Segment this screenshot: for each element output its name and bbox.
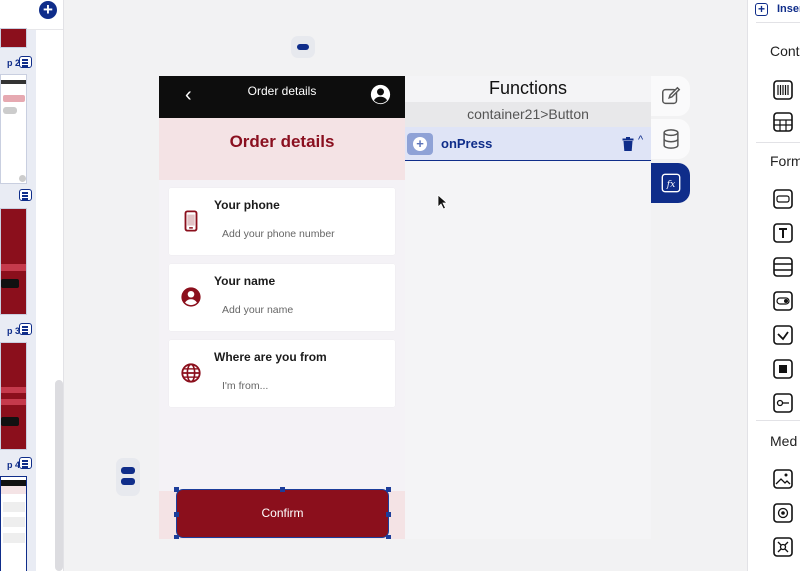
- screens-panel: + p 2 p 3 p 4: [0, 0, 64, 571]
- selection-handle[interactable]: [174, 535, 179, 539]
- text-icon[interactable]: [773, 223, 793, 243]
- textarea-icon[interactable]: [773, 257, 793, 277]
- database-icon: [663, 129, 679, 149]
- divider: [756, 142, 800, 143]
- person-icon: [181, 287, 201, 307]
- page-title: Order details: [229, 132, 335, 151]
- name-card[interactable]: Your name Add your name: [169, 264, 395, 331]
- event-row[interactable]: + onPress ^: [405, 127, 651, 161]
- step-label: p 4: [6, 460, 20, 470]
- selection-handle[interactable]: [280, 487, 285, 492]
- plus-icon: +: [413, 137, 427, 151]
- screens-scrollbar[interactable]: [55, 380, 63, 571]
- location-input[interactable]: I'm from...: [222, 380, 268, 392]
- screen-thumbnail[interactable]: [0, 208, 27, 315]
- phone-card[interactable]: Your phone Add your phone number: [169, 188, 395, 255]
- card-label: Your phone: [214, 198, 280, 212]
- insert-icon[interactable]: +: [755, 3, 768, 16]
- screen-thumbnail[interactable]: [0, 28, 27, 48]
- title-band: Order details: [159, 118, 405, 180]
- list-icon[interactable]: [19, 323, 32, 335]
- list-icon[interactable]: [19, 457, 32, 469]
- event-name: onPress: [441, 136, 493, 151]
- location-card[interactable]: Where are you from I'm from...: [169, 340, 395, 407]
- edit-tab[interactable]: [651, 76, 690, 116]
- step-label: p 2: [6, 58, 20, 68]
- card-label: Where are you from: [214, 350, 327, 364]
- function-fx-icon: fx: [661, 173, 681, 193]
- component-path-bar: container21>Button: [405, 102, 651, 127]
- screen-thumbnail[interactable]: [0, 74, 27, 184]
- insert-panel: + Inser Cont Form Med: [747, 0, 800, 571]
- list-icon[interactable]: [19, 189, 32, 201]
- selection-handle[interactable]: [386, 512, 391, 517]
- divider: [756, 22, 800, 23]
- data-tab[interactable]: [651, 119, 690, 159]
- image-icon[interactable]: [773, 469, 793, 489]
- table-icon[interactable]: [773, 112, 793, 132]
- selection-handle[interactable]: [174, 487, 179, 492]
- divider: [756, 420, 800, 421]
- account-circle-icon[interactable]: [370, 84, 391, 105]
- add-screen-button[interactable]: +: [39, 1, 57, 19]
- trash-icon[interactable]: [622, 137, 634, 151]
- functions-tab[interactable]: fx: [651, 163, 690, 203]
- checkbox-icon[interactable]: [773, 325, 793, 345]
- phone-preview: ‹ Order details Order details Your phone…: [159, 76, 405, 539]
- phone-input[interactable]: Add your phone number: [222, 228, 335, 240]
- barcode-icon[interactable]: [773, 80, 793, 100]
- resize-handle-top[interactable]: [291, 36, 315, 58]
- card-label: Your name: [214, 274, 276, 288]
- selection-handle[interactable]: [386, 535, 391, 539]
- media-icon[interactable]: [773, 537, 793, 557]
- section-label: Med: [770, 433, 798, 449]
- mouse-cursor-icon: [437, 194, 449, 210]
- add-action-button[interactable]: +: [407, 133, 433, 155]
- selection-handle[interactable]: [386, 487, 391, 492]
- screen-thumbnail[interactable]: [0, 342, 27, 450]
- name-input[interactable]: Add your name: [222, 304, 293, 316]
- text-input-icon[interactable]: [773, 189, 793, 209]
- edit-icon: [662, 86, 681, 105]
- header-title: Order details: [247, 84, 317, 98]
- section-label: Form: [770, 153, 800, 169]
- screen-thumbnail-selected[interactable]: [0, 476, 27, 571]
- functions-title: Functions: [488, 78, 568, 98]
- selection-handle[interactable]: [174, 512, 179, 517]
- section-label: Cont: [770, 43, 800, 59]
- svg-text:fx: fx: [666, 179, 676, 190]
- functions-panel: Functions container21>Button + onPress ^: [405, 76, 651, 539]
- insert-label[interactable]: Inser: [777, 3, 800, 15]
- component-path: container21>Button: [467, 106, 589, 122]
- list-icon[interactable]: [19, 56, 32, 68]
- resize-handle-left[interactable]: [116, 458, 140, 496]
- globe-icon: [181, 363, 201, 383]
- slider-icon[interactable]: [773, 393, 793, 413]
- screens-toolbar: +: [0, 0, 63, 30]
- step-label: p 3: [6, 326, 20, 336]
- camera-icon[interactable]: [773, 503, 793, 523]
- screen-thumbnails: p 2 p 3 p 4: [0, 28, 36, 571]
- collapse-caret-icon[interactable]: ^: [638, 134, 643, 146]
- toggle-icon[interactable]: [773, 291, 793, 311]
- stop-icon[interactable]: [773, 359, 793, 379]
- app-header: ‹ Order details: [159, 76, 405, 118]
- phone-icon: [184, 210, 198, 232]
- confirm-button[interactable]: Confirm: [176, 489, 389, 538]
